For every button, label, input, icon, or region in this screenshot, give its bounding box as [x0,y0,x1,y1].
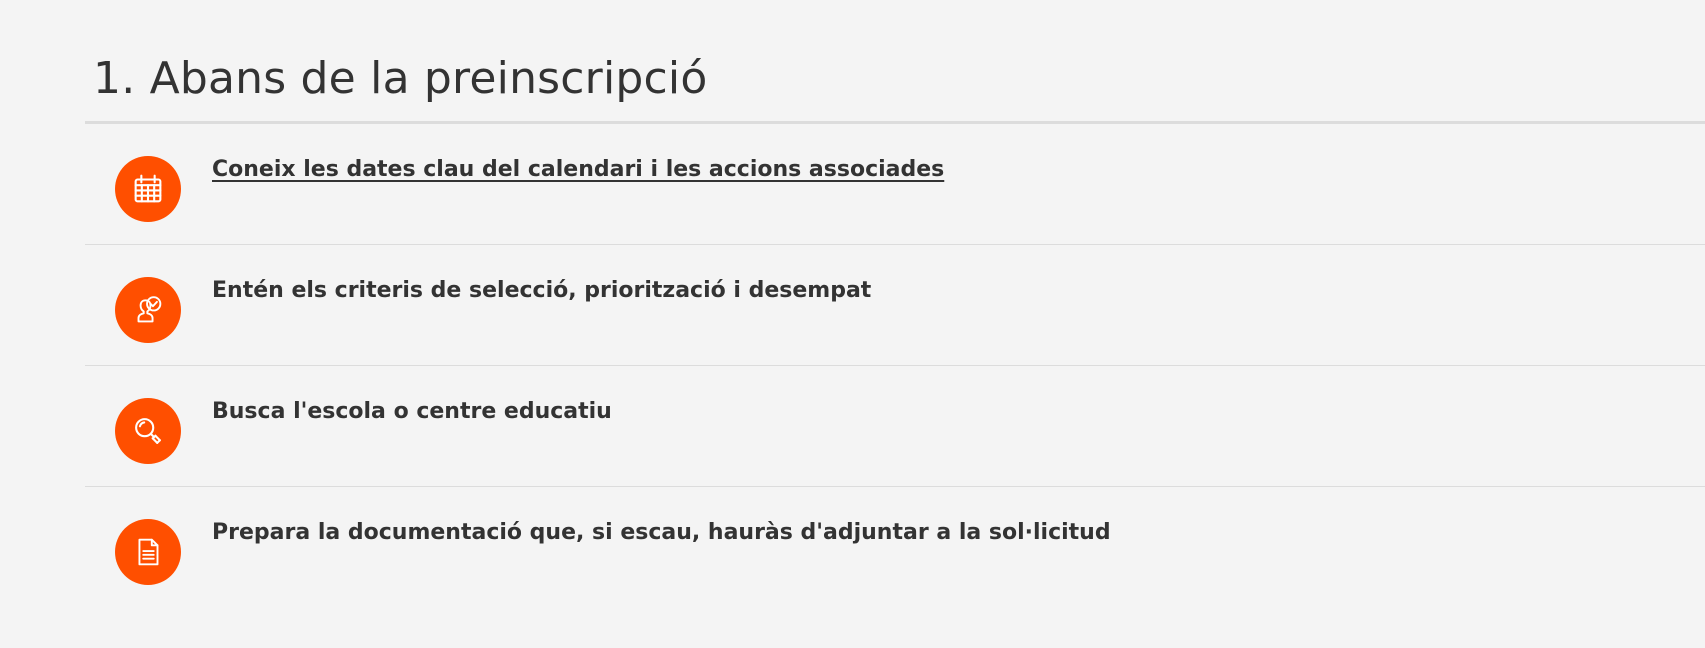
documentation-text: Prepara la documentació que, si escau, h… [212,520,1111,545]
section-title: 1. Abans de la preinscripció [85,0,1705,124]
search-school-text: Busca l'escola o centre educatiu [212,399,612,424]
list-item-calendar: Coneix les dates clau del calendari i le… [85,124,1705,245]
user-check-icon [115,277,181,343]
list-item-search-school: Busca l'escola o centre educatiu [85,366,1705,487]
calendar-icon [115,156,181,222]
search-icon [115,398,181,464]
steps-list: Coneix les dates clau del calendari i le… [85,124,1705,607]
section-before-preregistration: 1. Abans de la preinscripció Coneix les … [85,0,1705,607]
document-icon [115,519,181,585]
criteria-text: Entén els criteris de selecció, prioritz… [212,278,872,303]
list-item-criteria: Entén els criteris de selecció, prioritz… [85,245,1705,366]
list-item-documentation: Prepara la documentació que, si escau, h… [85,487,1705,607]
calendar-link[interactable]: Coneix les dates clau del calendari i le… [212,155,944,185]
